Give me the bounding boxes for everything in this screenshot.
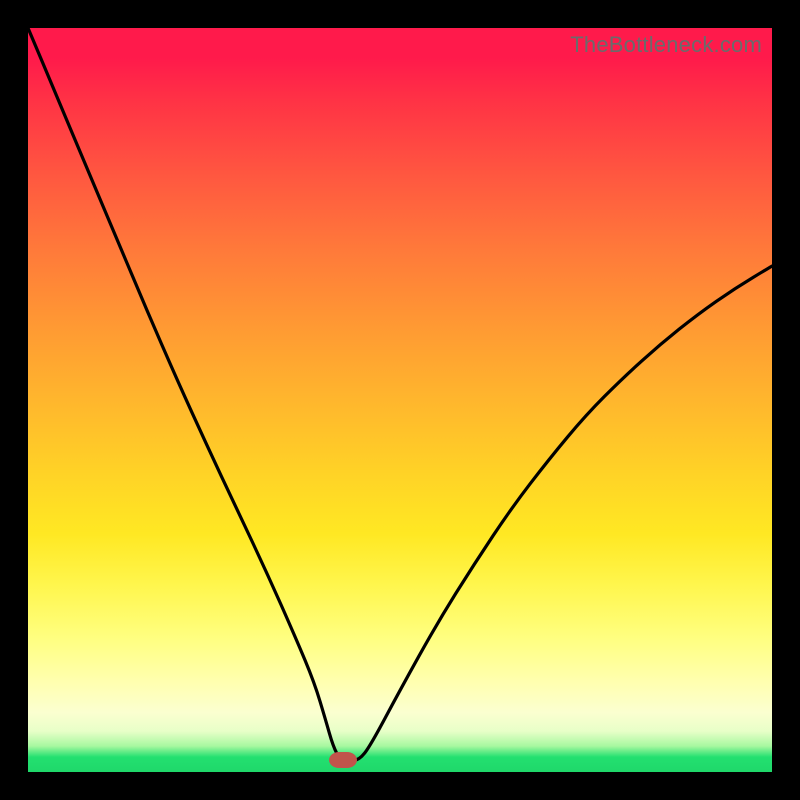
bottleneck-curve <box>28 28 772 772</box>
optimum-marker <box>329 752 357 768</box>
curve-path <box>28 28 772 761</box>
chart-frame: TheBottleneck.com <box>0 0 800 800</box>
plot-area: TheBottleneck.com <box>28 28 772 772</box>
